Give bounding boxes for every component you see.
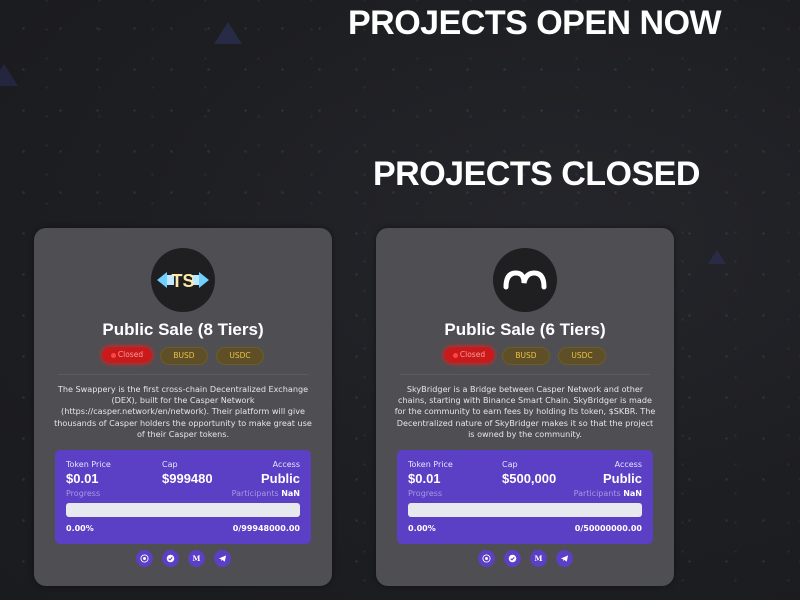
decorative-triangle: [214, 22, 242, 44]
sale-title: Public Sale (8 Tiers): [102, 320, 264, 339]
cap-value: $999480: [162, 471, 213, 486]
svg-text:M: M: [534, 554, 542, 563]
progress-percent: 0.00%: [408, 524, 436, 533]
divider: [58, 374, 308, 375]
projects-closed-heading: PROJECTS CLOSED: [373, 155, 700, 193]
cap-label: Cap: [502, 460, 518, 469]
website-link[interactable]: [135, 550, 153, 567]
project-description: The Swappery is the first cross-chain De…: [54, 384, 312, 439]
sale-title: Public Sale (6 Tiers): [444, 320, 606, 339]
progress-bar: [408, 503, 642, 517]
participants-label: Participants: [231, 489, 279, 498]
token-price-value: $0.01: [408, 471, 441, 486]
token-price-label: Token Price: [408, 460, 453, 469]
social-links: M: [34, 550, 332, 567]
status-badge: Closed: [102, 347, 152, 363]
check-circle-icon: [166, 554, 174, 563]
cap-label: Cap: [162, 460, 178, 469]
status-text: Closed: [117, 350, 144, 359]
status-badge: Closed: [444, 347, 494, 363]
raised-amount: 0/50000000.00: [574, 524, 642, 533]
currency-badge-busd: BUSD: [160, 347, 208, 365]
participants-value: NaN: [623, 489, 642, 498]
decorative-triangle: [708, 250, 726, 264]
access-value: Public: [260, 471, 300, 486]
medium-icon: M: [534, 554, 542, 563]
raised-amount: 0/99948000.00: [232, 524, 300, 533]
badge-row: Closed BUSD USDC: [34, 347, 332, 365]
badge-row: Closed BUSD USDC: [376, 347, 674, 365]
token-price-value: $0.01: [66, 471, 99, 486]
progress-label: Progress: [66, 489, 101, 498]
swappery-logo-icon: TS: [157, 271, 209, 291]
telegram-icon: [218, 555, 226, 562]
telegram-link[interactable]: [503, 550, 521, 567]
cap-value: $500,000: [502, 471, 557, 486]
progress-percent: 0.00%: [66, 524, 94, 533]
project-description: SkyBridger is a Bridge between Casper Ne…: [394, 384, 656, 439]
decorative-triangle: [0, 64, 18, 86]
participants-value: NaN: [281, 489, 300, 498]
social-links: M: [376, 550, 674, 567]
skybridger-logo-icon: [503, 270, 547, 290]
medium-icon: M: [192, 554, 200, 563]
telegram-link[interactable]: [161, 550, 179, 567]
page: PROJECTS OPEN NOW PROJECTS CLOSED TS Pub…: [0, 0, 800, 600]
sale-stats-panel: Token Price Cap Access $0.01 $999480 Pub…: [55, 450, 311, 544]
access-label: Access: [272, 460, 300, 469]
project-logo: [493, 248, 557, 312]
progress-bar: [66, 503, 300, 517]
divider: [400, 374, 650, 375]
status-text: Closed: [459, 350, 486, 359]
telegram-link[interactable]: [213, 550, 231, 567]
token-price-label: Token Price: [66, 460, 111, 469]
sale-stats-panel: Token Price Cap Access $0.01 $500,000 Pu…: [397, 450, 653, 544]
project-card-swappery[interactable]: TS Public Sale (8 Tiers) Closed BUSD USD…: [34, 228, 332, 586]
status-dot-icon: [452, 352, 458, 358]
currency-badge-usdc: USDC: [216, 347, 264, 365]
website-icon: [481, 554, 491, 563]
medium-link[interactable]: M: [187, 550, 205, 567]
project-logo: TS: [151, 248, 215, 312]
participants-label-row: Participants NaN: [574, 489, 642, 498]
telegram-link[interactable]: [555, 550, 573, 567]
access-value: Public: [602, 471, 642, 486]
website-link[interactable]: [477, 550, 495, 567]
projects-open-heading: PROJECTS OPEN NOW: [348, 4, 722, 42]
participants-label: Participants: [573, 489, 621, 498]
project-card-skybridger[interactable]: Public Sale (6 Tiers) Closed BUSD USDC S…: [376, 228, 674, 586]
access-label: Access: [614, 460, 642, 469]
website-icon: [139, 554, 149, 563]
check-circle-icon: [508, 554, 516, 563]
progress-label: Progress: [408, 489, 443, 498]
participants-label-row: Participants NaN: [232, 489, 300, 498]
status-dot-icon: [110, 352, 116, 358]
currency-badge-usdc: USDC: [558, 347, 606, 365]
svg-text:M: M: [192, 554, 200, 563]
medium-link[interactable]: M: [529, 550, 547, 567]
telegram-icon: [560, 555, 568, 562]
currency-badge-busd: BUSD: [502, 347, 550, 365]
logo-text: TS: [171, 271, 194, 291]
